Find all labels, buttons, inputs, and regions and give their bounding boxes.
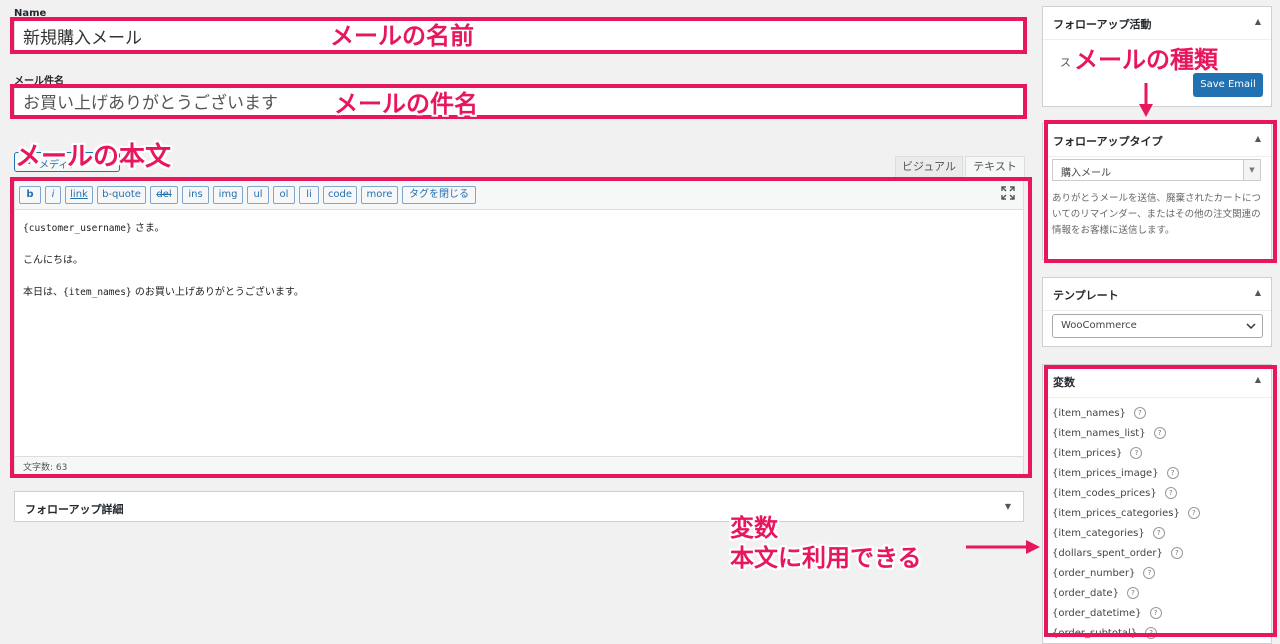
arrow-type-head bbox=[1139, 104, 1153, 117]
annotation-arrows bbox=[966, 83, 1153, 554]
arrow-variables-head bbox=[1026, 540, 1040, 554]
